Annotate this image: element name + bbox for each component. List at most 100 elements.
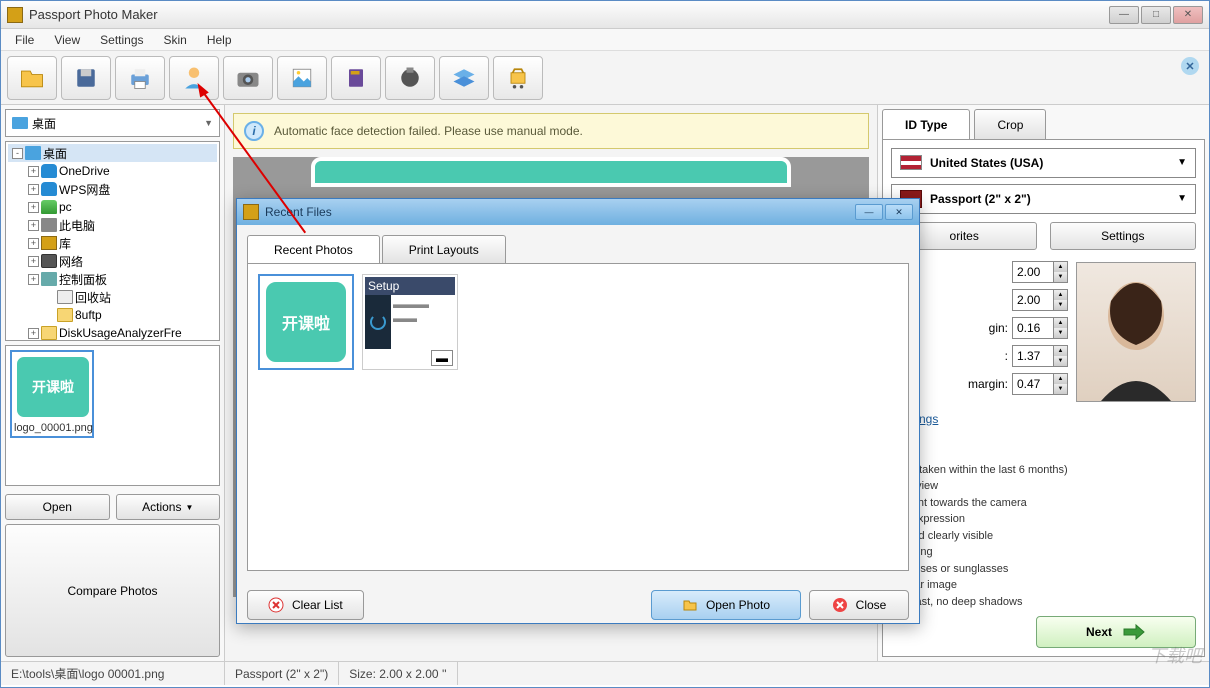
recent-files-dialog: Recent Files — ✕ Recent Photos Print Lay…	[236, 198, 920, 624]
info-banner: i Automatic face detection failed. Pleas…	[233, 113, 869, 149]
tree-item[interactable]: +网络	[8, 252, 217, 270]
tab-id-type[interactable]: ID Type	[882, 109, 970, 139]
dropdown-caret-icon: ▼	[204, 118, 213, 128]
spec-input[interactable]	[1017, 265, 1047, 279]
recent-thumb-2[interactable]: Setup ▬▬▬▬▬ ▬	[362, 274, 458, 370]
flag-icon	[900, 155, 922, 170]
minimize-button[interactable]: —	[1109, 6, 1139, 24]
camera-button[interactable]	[223, 56, 273, 100]
open-file-button[interactable]	[7, 56, 57, 100]
dialog-tab-print-layouts[interactable]: Print Layouts	[382, 235, 506, 263]
doc-type-select[interactable]: Passport (2" x 2") ▼	[891, 184, 1196, 214]
menu-view[interactable]: View	[44, 31, 90, 49]
person-button[interactable]	[169, 56, 219, 100]
clear-list-button[interactable]: Clear List	[247, 590, 364, 620]
country-select[interactable]: United States (USA) ▼	[891, 148, 1196, 178]
titlebar: Passport Photo Maker — □ ✕	[1, 1, 1209, 29]
tree-item[interactable]: +此电脑	[8, 216, 217, 234]
actions-button[interactable]: Actions ▼	[116, 494, 221, 520]
tree-item[interactable]: +pc	[8, 198, 217, 216]
arrow-right-icon	[1122, 623, 1146, 641]
spec-input[interactable]	[1017, 349, 1047, 363]
ctrl-icon	[41, 272, 57, 286]
thumbnail-area: 开课啦 logo_00001.png	[5, 345, 220, 486]
status-size: Size: 2.00 x 2.00 ''	[339, 662, 457, 685]
dialog-icon	[243, 204, 259, 220]
lib-icon	[41, 236, 57, 250]
caret-icon: ▼	[1177, 157, 1187, 168]
spec-spinner[interactable]: ▲▼	[1012, 261, 1068, 283]
requirements-list: hoto (taken within the last 6 months)fro…	[891, 462, 1196, 611]
additional-settings-link[interactable]: l settings	[891, 408, 1196, 430]
spec-input[interactable]	[1017, 293, 1047, 307]
spec-spinner[interactable]: ▲▼	[1012, 289, 1068, 311]
statusbar: E:\tools\桌面\logo 00001.png Passport (2" …	[1, 661, 1209, 685]
banner-text: Automatic face detection failed. Please …	[274, 124, 583, 138]
info-icon: i	[244, 121, 264, 141]
dialog-minimize-button[interactable]: —	[855, 204, 883, 220]
right-panel: ID Type Crop United States (USA) ▼ Passp…	[877, 105, 1209, 661]
tree-item[interactable]: +WPS网盘	[8, 180, 217, 198]
menu-skin[interactable]: Skin	[154, 31, 197, 49]
maximize-button[interactable]: □	[1141, 6, 1171, 24]
folder-icon	[41, 326, 57, 340]
tree-item[interactable]: +库	[8, 234, 217, 252]
open-photo-button[interactable]: Open Photo	[651, 590, 801, 620]
book-button[interactable]	[331, 56, 381, 100]
tree-item[interactable]: -桌面	[8, 144, 217, 162]
photo-edit-button[interactable]	[277, 56, 327, 100]
dialog-title: Recent Files	[265, 205, 853, 219]
menu-file[interactable]: File	[5, 31, 44, 49]
tree-item[interactable]: +OneDrive	[8, 162, 217, 180]
thumbnail-selected[interactable]: 开课啦 logo_00001.png	[10, 350, 94, 438]
app-icon	[7, 7, 23, 23]
tree-item[interactable]: +DiskUsageAnalyzerFre	[8, 324, 217, 341]
tree-item[interactable]: 回收站	[8, 288, 217, 306]
open-button[interactable]: Open	[5, 494, 110, 520]
next-button[interactable]: Next	[1036, 616, 1196, 648]
settings-button[interactable]: Settings	[1050, 222, 1196, 250]
close-icon	[832, 597, 848, 613]
folder-icon	[57, 308, 73, 322]
folder-icon	[12, 117, 28, 129]
caret-icon: ▼	[1177, 193, 1187, 204]
status-type: Passport (2" x 2")	[225, 662, 339, 685]
close-button[interactable]: ✕	[1173, 6, 1203, 24]
recent-thumb-1[interactable]: 开课啦	[258, 274, 354, 370]
spec-input[interactable]	[1017, 377, 1047, 391]
layers-button[interactable]	[439, 56, 489, 100]
menubar: File View Settings Skin Help	[1, 29, 1209, 51]
spec-spinner[interactable]: ▲▼	[1012, 373, 1068, 395]
folder-tree[interactable]: -桌面+OneDrive+WPS网盘+pc+此电脑+库+网络+控制面板回收站8u…	[5, 141, 220, 341]
menu-help[interactable]: Help	[197, 31, 242, 49]
tree-item[interactable]: +控制面板	[8, 270, 217, 288]
tab-crop[interactable]: Crop	[974, 109, 1046, 139]
dialog-close-button[interactable]: ✕	[885, 204, 913, 220]
country-label: United States (USA)	[930, 156, 1043, 170]
dialog-tab-recent-photos[interactable]: Recent Photos	[247, 235, 380, 263]
spec-spinner[interactable]: ▲▼	[1012, 317, 1068, 339]
dialog-titlebar[interactable]: Recent Files — ✕	[237, 199, 919, 225]
cloud-icon	[41, 164, 57, 178]
monitor-icon	[25, 146, 41, 160]
compare-photos-button[interactable]: Compare Photos	[5, 524, 220, 657]
clothing-button[interactable]	[385, 56, 435, 100]
clear-icon	[268, 597, 284, 613]
dialog-close-btn[interactable]: Close	[809, 590, 909, 620]
toolbar-close-icon[interactable]: ✕	[1181, 57, 1199, 75]
toolbar: ✕	[1, 51, 1209, 105]
thumbnail-label: logo_00001.png	[14, 422, 90, 434]
spec-input[interactable]	[1017, 321, 1047, 335]
print-button[interactable]	[115, 56, 165, 100]
net-icon	[41, 254, 57, 268]
folder-path-select[interactable]: 桌面 ▼	[5, 109, 220, 137]
menu-settings[interactable]: Settings	[90, 31, 153, 49]
cart-button[interactable]	[493, 56, 543, 100]
tree-item[interactable]: 8uftp	[8, 306, 217, 324]
left-panel: 桌面 ▼ -桌面+OneDrive+WPS网盘+pc+此电脑+库+网络+控制面板…	[1, 105, 225, 661]
pc-icon	[41, 218, 57, 232]
open-icon	[682, 597, 698, 613]
spec-spinner[interactable]: ▲▼	[1012, 345, 1068, 367]
save-button[interactable]	[61, 56, 111, 100]
doc-type-label: Passport (2" x 2")	[930, 192, 1031, 206]
